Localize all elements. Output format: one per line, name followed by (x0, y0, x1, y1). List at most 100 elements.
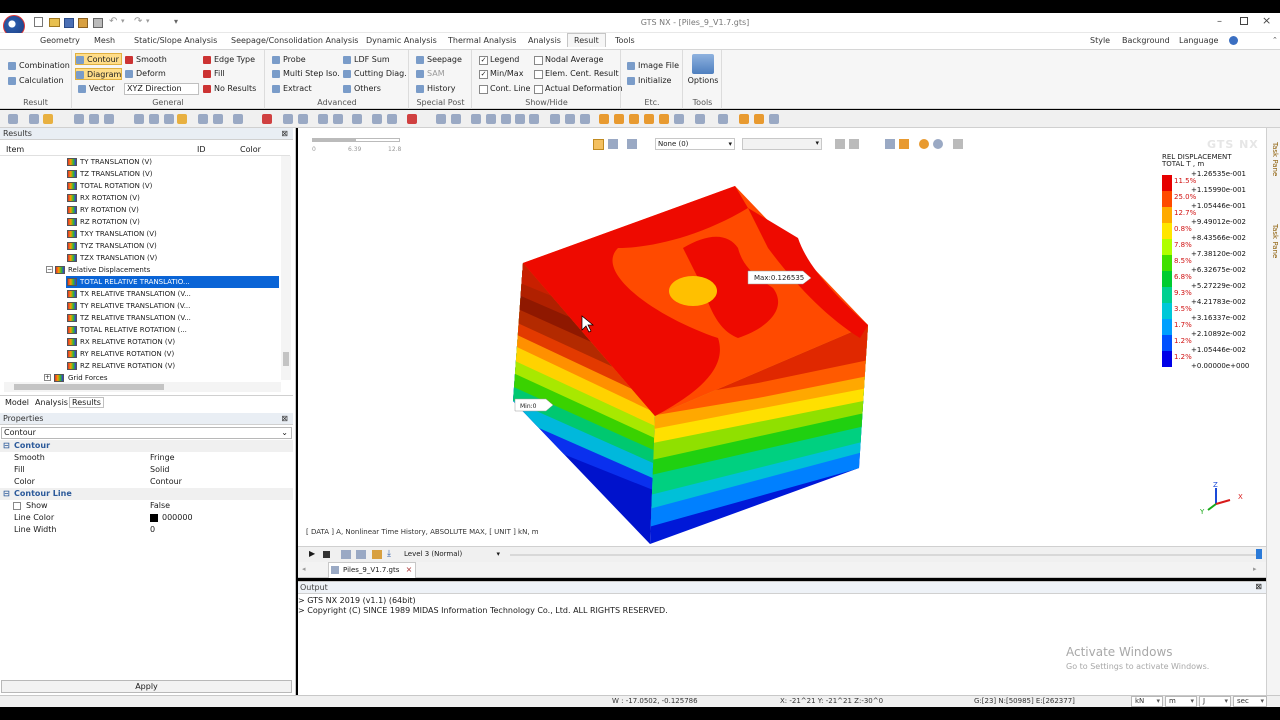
maximize-icon[interactable] (1240, 17, 1248, 25)
tool-icon-4[interactable] (74, 114, 84, 124)
view-cube-5-icon[interactable] (659, 114, 669, 124)
view-cube-1-icon[interactable] (599, 114, 609, 124)
tab-scroll-left-icon[interactable]: ◂ (302, 565, 306, 573)
property-section-contour[interactable]: ⊟ Contour (0, 440, 293, 452)
tab-mesh[interactable]: Mesh (88, 35, 121, 46)
tree-item-selected[interactable]: TOTAL RELATIVE TRANSLATIO... (66, 276, 279, 288)
time-unit-select[interactable]: sec (1233, 696, 1267, 707)
h-scroll-thumb[interactable] (14, 384, 164, 390)
tree-item[interactable]: TOTAL RELATIVE ROTATION (... (66, 324, 187, 336)
tool-icon-17[interactable] (318, 114, 328, 124)
view-cube-2-icon[interactable] (614, 114, 624, 124)
tool-icon-15[interactable] (283, 114, 293, 124)
calculation-button[interactable]: Calculation (8, 75, 64, 87)
view-mode-select[interactable]: None (0) ▾ (655, 138, 735, 150)
tree-vertical-scrollbar[interactable] (281, 156, 291, 380)
axis-icon[interactable] (565, 114, 575, 124)
image-file-button[interactable]: Image File (627, 60, 679, 72)
tree-item[interactable]: TX RELATIVE TRANSLATION (V... (66, 288, 191, 300)
tool-icon-7[interactable] (134, 114, 144, 124)
tree-item[interactable]: TYZ TRANSLATION (V) (66, 240, 157, 252)
tab-scroll-right-icon[interactable]: ▸ (1253, 565, 1257, 573)
tool-c-icon[interactable] (885, 139, 895, 149)
shade-icon[interactable] (718, 114, 728, 124)
filter-icon[interactable] (608, 139, 618, 149)
initialize-button[interactable]: Initialize (627, 75, 671, 87)
tool-icon-21[interactable] (387, 114, 397, 124)
tool-icon-19[interactable] (352, 114, 362, 124)
close-icon[interactable]: × (1262, 14, 1271, 27)
filter-select[interactable]: ▾ (742, 138, 822, 150)
legend-checkbox[interactable]: Legend (479, 54, 519, 66)
slider-thumb[interactable] (1256, 549, 1262, 559)
task-pane-tab[interactable]: Task Pane (1269, 224, 1279, 258)
background-menu[interactable]: Background (1116, 35, 1176, 46)
force-unit-select[interactable]: kN (1131, 696, 1163, 707)
language-menu[interactable]: Language (1173, 35, 1224, 46)
model-viewport[interactable]: 0 6.39 12.8 None (0) ▾ ▾ Max:0.126535 Mi… (298, 128, 1266, 546)
tool-icon-5[interactable] (89, 114, 99, 124)
document-tab[interactable]: Piles_9_V1.7.gts × (328, 562, 417, 578)
apply-button[interactable]: Apply (1, 680, 292, 693)
property-row-color[interactable]: Color Contour (0, 476, 293, 488)
stop-icon[interactable] (323, 551, 330, 558)
color-swatch[interactable] (150, 514, 158, 522)
xyz-direction-select[interactable]: XYZ Direction (124, 83, 199, 95)
panel-close-icon[interactable]: ⊠ (281, 413, 288, 425)
property-section-contour-line[interactable]: ⊟ Contour Line (0, 488, 293, 500)
seepage-dropdown[interactable]: Seepage (416, 54, 462, 66)
tab-model[interactable]: Model (5, 398, 29, 407)
nodal-average-checkbox[interactable]: Nodal Average (534, 54, 603, 66)
tab-results-pane[interactable]: Results (69, 397, 104, 408)
level-select[interactable]: Level 3 (Normal) ▾ (404, 549, 502, 561)
property-row-fill[interactable]: Fill Solid (0, 464, 293, 476)
tree-item[interactable]: TY TRANSLATION (V) (66, 156, 152, 168)
model-3d[interactable]: Max:0.126535 Min:0 (498, 178, 878, 548)
tab-static-slope-analysis[interactable]: Static/Slope Analysis (128, 35, 223, 46)
tree-item[interactable]: RZ RELATIVE ROTATION (V) (66, 360, 175, 372)
tree-horizontal-scrollbar[interactable] (4, 382, 281, 392)
tree-item[interactable]: TZ TRANSLATION (V) (66, 168, 153, 180)
collapse-icon[interactable]: − (46, 266, 53, 273)
length-unit-select[interactable]: m (1165, 696, 1197, 707)
cutting-diagram-button[interactable]: Cutting Diag. (343, 68, 407, 80)
properties-selector[interactable]: Contour ⌄ (1, 427, 292, 439)
tab-tools[interactable]: Tools (609, 35, 641, 46)
tree-item[interactable]: RY ROTATION (V) (66, 204, 139, 216)
tool-g-icon[interactable] (953, 139, 963, 149)
tool-icon-2[interactable] (29, 114, 39, 124)
tool-icon-10[interactable] (177, 114, 187, 124)
ribbon-minimize-icon[interactable]: ⌃ (1272, 36, 1278, 44)
tree-item[interactable]: TOTAL ROTATION (V) (66, 180, 152, 192)
tab-result[interactable]: Result (567, 33, 606, 47)
rotate-icon[interactable] (501, 114, 511, 124)
render-1-icon[interactable] (739, 114, 749, 124)
tab-dynamic-analysis[interactable]: Dynamic Analysis (360, 35, 443, 46)
tool-icon-16[interactable] (298, 114, 308, 124)
tool-f-icon[interactable] (933, 139, 943, 149)
no-results-dropdown[interactable]: No Results (203, 83, 256, 95)
tree-item[interactable]: RZ ROTATION (V) (66, 216, 140, 228)
fill-dropdown[interactable]: Fill (203, 68, 225, 80)
tab-thermal-analysis[interactable]: Thermal Analysis (442, 35, 522, 46)
task-pane-tab[interactable]: Task Pane (1269, 142, 1279, 176)
column-item[interactable]: Item (6, 145, 24, 154)
scroll-thumb[interactable] (283, 352, 289, 366)
tree-item[interactable]: TY RELATIVE TRANSLATION (V... (66, 300, 190, 312)
tab-analysis-pane[interactable]: Analysis (35, 398, 68, 407)
property-row-line-color[interactable]: Line Color 000000 (0, 512, 293, 524)
grid-icon[interactable] (550, 114, 560, 124)
tool-icon-9[interactable] (164, 114, 174, 124)
style-menu[interactable]: Style (1084, 35, 1116, 46)
render-2-icon[interactable] (754, 114, 764, 124)
pan-icon[interactable] (486, 114, 496, 124)
tree-folder-relative-displacements[interactable]: − Relative Displacements (46, 264, 150, 276)
panel-close-icon[interactable]: ⊠ (1255, 582, 1262, 591)
tool-icon-22[interactable] (407, 114, 417, 124)
show-checkbox[interactable] (13, 502, 21, 510)
zoom-window-icon[interactable] (451, 114, 461, 124)
cont-line-checkbox[interactable]: Cont. Line (479, 83, 530, 95)
actual-deformation-checkbox[interactable]: Actual Deformation (534, 83, 623, 95)
property-row-show[interactable]: Show False (0, 500, 293, 512)
tool-icon-11[interactable] (198, 114, 208, 124)
